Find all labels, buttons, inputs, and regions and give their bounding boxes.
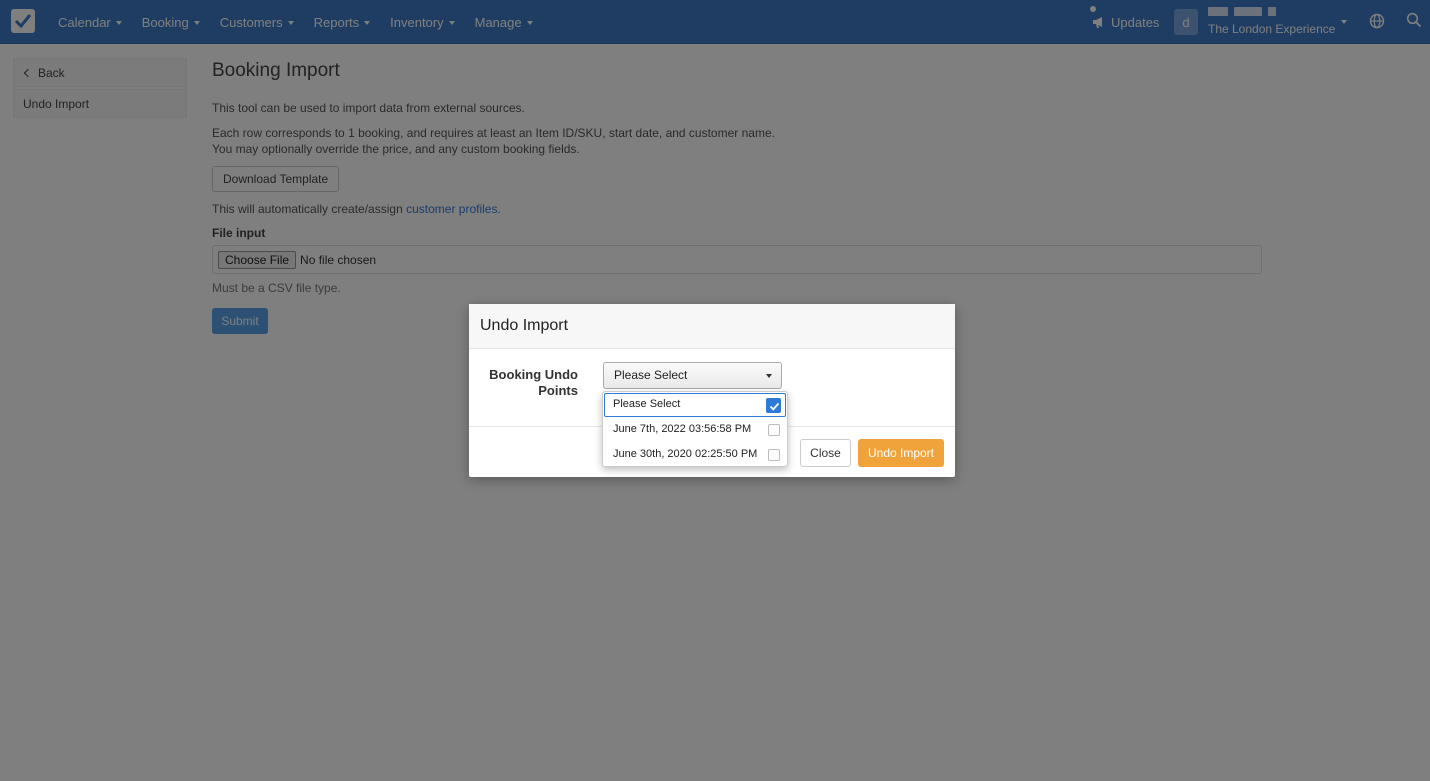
option-label: Please Select [613, 398, 681, 410]
dropdown-option[interactable]: Please Select [604, 393, 786, 417]
dropdown-option[interactable]: June 30th, 2020 02:25:50 PM [603, 442, 787, 467]
checkbox-icon[interactable] [768, 449, 780, 461]
checkbox-checked-icon[interactable] [766, 398, 781, 413]
modal-title: Undo Import [480, 317, 569, 334]
caret-down-icon [766, 374, 772, 378]
close-button[interactable]: Close [800, 439, 851, 467]
select-value: Please Select [614, 368, 688, 382]
checkbox-icon[interactable] [768, 424, 780, 436]
dropdown-option[interactable]: June 7th, 2022 03:56:58 PM [603, 417, 787, 442]
field-label-line-2: Points [538, 383, 578, 398]
booking-undo-points-label: Booking Undo Points [481, 367, 578, 399]
field-label-line-1: Booking Undo [489, 367, 578, 382]
option-label: June 30th, 2020 02:25:50 PM [613, 448, 758, 460]
undo-points-dropdown: Please Select June 7th, 2022 03:56:58 PM… [602, 391, 788, 467]
modal-header: Undo Import [469, 304, 955, 349]
undo-points-select[interactable]: Please Select [603, 362, 782, 389]
undo-import-button[interactable]: Undo Import [858, 439, 944, 467]
option-label: June 7th, 2022 03:56:58 PM [613, 423, 752, 435]
